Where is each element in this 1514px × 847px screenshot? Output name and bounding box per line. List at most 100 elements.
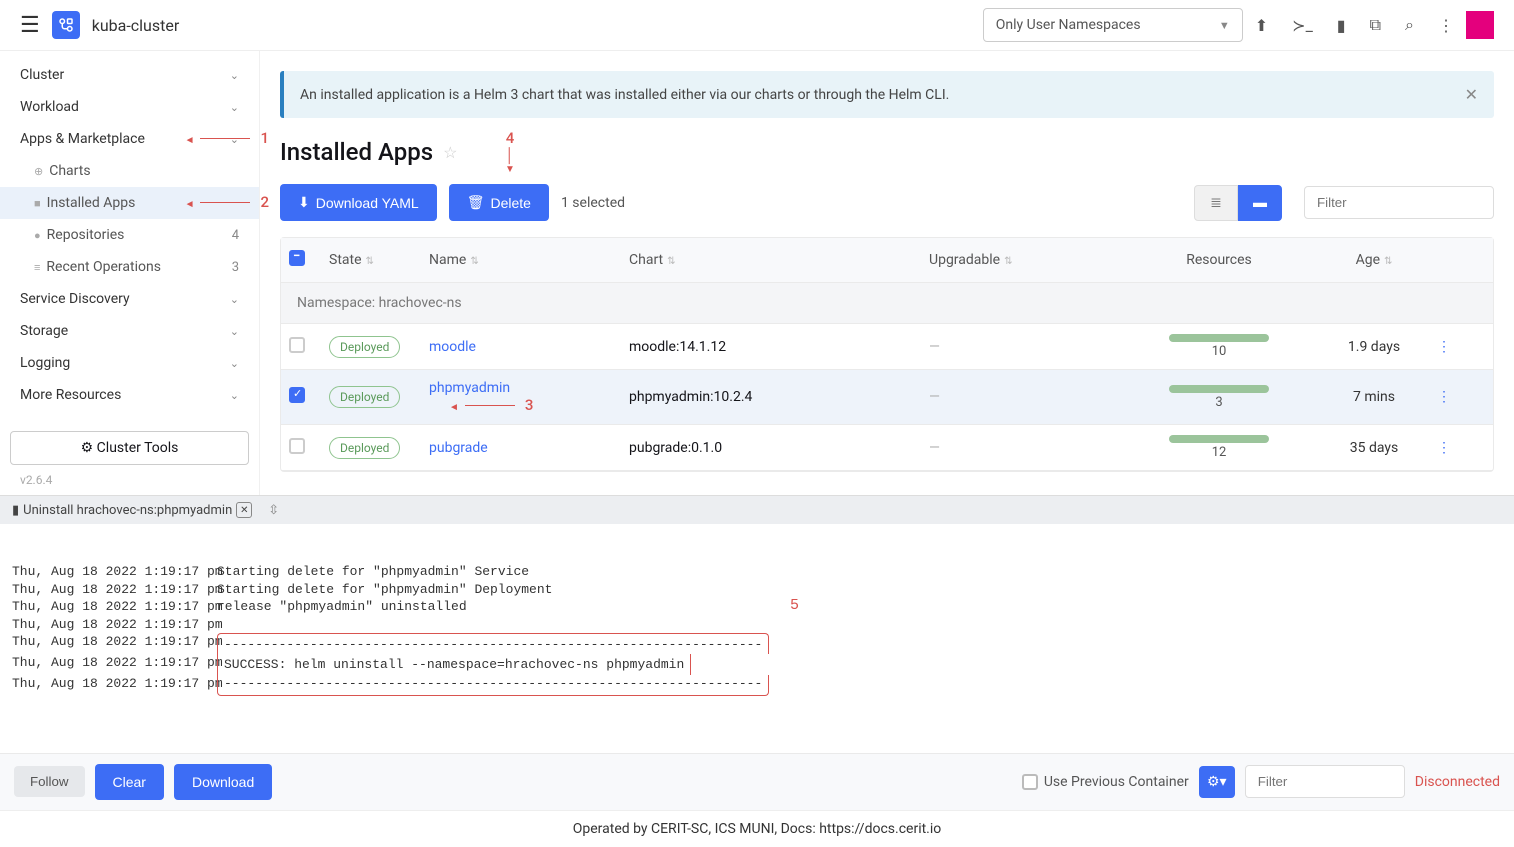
- info-banner: An installed application is a Helm 3 cha…: [280, 71, 1494, 118]
- table-row[interactable]: Deployedpubgradepubgrade:0.1.0—1235 days…: [281, 425, 1493, 471]
- app-logo-icon[interactable]: [52, 11, 80, 39]
- table-header: State⇅ Name⇅ Chart⇅ Upgradable⇅ Resource…: [281, 238, 1493, 283]
- col-resources[interactable]: Resources: [1119, 252, 1319, 268]
- row-checkbox[interactable]: [289, 337, 305, 353]
- delete-button[interactable]: 🗑 Delete: [449, 184, 549, 221]
- clear-button[interactable]: Clear: [95, 764, 164, 800]
- table-row[interactable]: Deployedphpmyadmin3phpmyadmin:10.2.4—37 …: [281, 370, 1493, 425]
- select-all-checkbox[interactable]: [289, 250, 305, 266]
- sidebar-item-recent-operations[interactable]: ≡Recent Operations3: [0, 251, 259, 283]
- namespace-selector-value: Only User Namespaces: [996, 17, 1141, 33]
- sidebar-item-charts[interactable]: ⊕ Charts: [0, 155, 259, 187]
- upgradable-value: —: [929, 440, 1119, 456]
- terminal-line: Thu, Aug 18 2022 1:19:17 pmrelease "phpm…: [12, 598, 1502, 616]
- chevron-down-icon: ⌄: [230, 325, 239, 338]
- brand-logo-icon[interactable]: [1466, 11, 1494, 39]
- chevron-down-icon: ⌄: [230, 357, 239, 370]
- terminal-panel: ▮ Uninstall hrachovec-ns:phpmyadmin ✕ ⇳ …: [0, 495, 1514, 810]
- chevron-down-icon: ▼: [1219, 19, 1230, 32]
- page-title: Installed Apps: [280, 138, 433, 166]
- col-name[interactable]: Name⇅: [429, 252, 629, 268]
- nav-label: More Resources: [20, 387, 121, 403]
- nav-label: Repositories: [47, 227, 125, 243]
- chevron-down-icon: ⌄: [230, 293, 239, 306]
- sidebar-item-installed-apps[interactable]: ■Installed Apps2: [0, 187, 259, 219]
- state-badge: Deployed: [329, 336, 400, 358]
- col-age[interactable]: Age⇅: [1319, 252, 1429, 268]
- terminal-line: Thu, Aug 18 2022 1:19:17 pmStarting dele…: [12, 581, 1502, 599]
- row-checkbox[interactable]: [289, 387, 305, 403]
- chevron-down-icon: ⌄: [230, 69, 239, 82]
- close-tab-icon[interactable]: ✕: [236, 502, 252, 518]
- age-value: 7 mins: [1319, 389, 1429, 405]
- col-chart[interactable]: Chart⇅: [629, 252, 929, 268]
- group-view-button[interactable]: ▬: [1238, 185, 1282, 221]
- sidebar-item-workload[interactable]: Workload⌄: [0, 91, 259, 123]
- app-name-link[interactable]: pubgrade: [429, 440, 488, 456]
- expand-icon[interactable]: ⇳: [268, 503, 279, 518]
- terminal-line: Thu, Aug 18 2022 1:19:17 pmSUCCESS: helm…: [12, 654, 1502, 676]
- nav-icon: ⊕: [34, 165, 43, 178]
- nav-label: Workload: [20, 99, 79, 115]
- sidebar-item-apps-marketplace[interactable]: Apps & Marketplace⌄1: [0, 123, 259, 155]
- row-actions-icon[interactable]: ⋮: [1429, 389, 1459, 405]
- sidebar-item-storage[interactable]: Storage ⌄: [0, 315, 259, 347]
- banner-text: An installed application is a Helm 3 cha…: [300, 87, 949, 103]
- col-upgradable[interactable]: Upgradable⇅: [929, 252, 1119, 268]
- sidebar-item-service-discovery[interactable]: Service Discovery ⌄: [0, 283, 259, 315]
- file-icon[interactable]: ▮: [1337, 16, 1346, 35]
- nav-icon: ≡: [34, 261, 40, 274]
- terminal-line: Thu, Aug 18 2022 1:19:17 pm: [12, 616, 1502, 634]
- nav-label: Charts: [49, 163, 90, 179]
- state-badge: Deployed: [329, 437, 400, 459]
- nav-icon: ●: [34, 229, 41, 242]
- chevron-down-icon: ⌄: [230, 133, 239, 146]
- favorite-star-icon[interactable]: ☆: [443, 143, 457, 162]
- chart-value: pubgrade:0.1.0: [629, 440, 929, 456]
- kubeconfig-icon[interactable]: ⧉: [1370, 15, 1381, 35]
- app-name-link[interactable]: moodle: [429, 339, 476, 355]
- cluster-name[interactable]: kuba-cluster: [92, 16, 180, 35]
- upload-icon[interactable]: ⬆: [1255, 16, 1268, 35]
- log-filter-input[interactable]: [1245, 765, 1405, 798]
- selected-count: 1 selected: [561, 195, 625, 211]
- state-badge: Deployed: [329, 386, 400, 408]
- namespace-selector[interactable]: Only User Namespaces ▼: [983, 8, 1243, 42]
- sidebar-item-logging[interactable]: Logging ⌄: [0, 347, 259, 379]
- upgradable-value: —: [929, 389, 1119, 405]
- sidebar-item-repositories[interactable]: ● Repositories 4: [0, 219, 259, 251]
- list-view-button[interactable]: ≣: [1194, 185, 1238, 221]
- table-row[interactable]: Deployedmoodlemoodle:14.1.12—101.9 days⋮: [281, 324, 1493, 370]
- chevron-down-icon: ⌄: [230, 389, 239, 402]
- sidebar-item-more-resources[interactable]: More Resources ⌄: [0, 379, 259, 411]
- row-actions-icon[interactable]: ⋮: [1429, 339, 1459, 355]
- gear-icon: ⚙▾: [1207, 774, 1227, 790]
- cluster-tools-button[interactable]: ⚙ Cluster Tools: [10, 431, 249, 465]
- nav-label: Storage: [20, 323, 68, 339]
- filter-input[interactable]: [1304, 186, 1494, 219]
- row-actions-icon[interactable]: ⋮: [1429, 440, 1459, 456]
- row-checkbox[interactable]: [289, 438, 305, 454]
- nav-label: Service Discovery: [20, 291, 130, 307]
- download-log-button[interactable]: Download: [174, 764, 272, 800]
- follow-button[interactable]: Follow: [14, 766, 85, 797]
- upgradable-value: —: [929, 339, 1119, 355]
- hamburger-icon[interactable]: ☰: [20, 13, 40, 38]
- sidebar-item-cluster[interactable]: Cluster⌄: [0, 59, 259, 91]
- terminal-tab[interactable]: ▮ Uninstall hrachovec-ns:phpmyadmin ✕: [12, 502, 252, 518]
- more-icon[interactable]: ⋮: [1438, 16, 1454, 35]
- resources-cell: 10: [1119, 334, 1319, 359]
- log-settings-button[interactable]: ⚙▾: [1199, 766, 1235, 798]
- shell-icon[interactable]: ≻_: [1292, 16, 1313, 35]
- prev-container-toggle[interactable]: Use Previous Container: [1022, 774, 1189, 790]
- app-name-link[interactable]: phpmyadmin: [429, 380, 510, 396]
- nav-label: Installed Apps: [47, 195, 136, 211]
- close-icon[interactable]: ✕: [1465, 85, 1478, 104]
- trash-icon: 🗑: [467, 194, 485, 211]
- nav-count: 4: [232, 228, 239, 243]
- download-yaml-button[interactable]: ⬇ Download YAML: [280, 184, 437, 221]
- download-icon: ⬇: [298, 194, 310, 211]
- nav-label: Logging: [20, 355, 70, 371]
- col-state[interactable]: State⇅: [329, 252, 429, 268]
- search-icon[interactable]: ⌕: [1405, 15, 1414, 35]
